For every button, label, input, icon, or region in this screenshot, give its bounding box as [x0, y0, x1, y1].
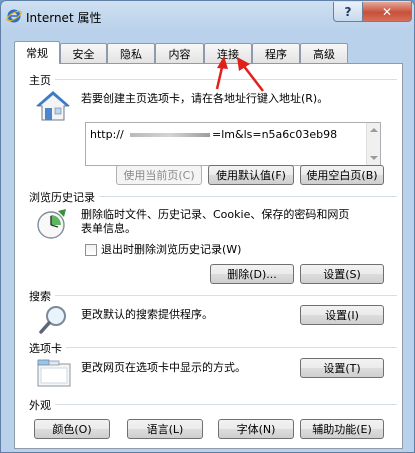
languages-button[interactable]: 语言(L) [127, 419, 203, 439]
tabs-section-title: 选项卡 [29, 340, 66, 356]
home-page-address-field[interactable]: http:// =lm&ls=n5a6c03eb98 [85, 122, 381, 166]
accessibility-button[interactable]: 辅助功能(E) [300, 419, 384, 439]
use-current-button[interactable]: 使用当前页(C) [116, 165, 202, 185]
scroll-down-icon[interactable] [370, 156, 378, 160]
address-scrollbar[interactable] [366, 123, 380, 165]
delete-on-exit-label[interactable]: 退出时删除浏览历史记录(W) [101, 243, 241, 257]
delete-history-button[interactable]: 删除(D)... [210, 264, 294, 284]
delete-on-exit-checkbox[interactable] [85, 244, 97, 256]
internet-options-window: Internet 属性 ? ✕ 常规 安全 隐私 内容 连接 程序 高级 主页 … [0, 0, 415, 453]
magnifier-icon [39, 306, 66, 334]
tabs-description: 更改网页在选项卡中显示的方式。 [81, 361, 246, 374]
tab-connections[interactable]: 连接 [204, 43, 252, 63]
search-section-title: 搜索 [29, 288, 55, 304]
internet-explorer-icon [6, 9, 22, 23]
appearance-section-title: 外观 [29, 397, 55, 413]
url-prefix: http:// [90, 128, 124, 141]
window-title: Internet 属性 [26, 11, 102, 25]
general-tab-panel: 主页 若要创建主页选项卡，请在各地址行键入地址(R)。 http:// =lm&… [14, 63, 403, 449]
tabs-settings-button[interactable]: 设置(T) [300, 358, 384, 378]
close-button[interactable]: ✕ [362, 2, 412, 22]
home-description: 若要创建主页选项卡，请在各地址行键入地址(R)。 [81, 92, 329, 105]
history-settings-button[interactable]: 设置(S) [300, 264, 384, 284]
section-divider [29, 295, 397, 296]
history-clock-icon [37, 209, 66, 239]
tab-label: 内容 [168, 47, 191, 61]
tabs-window-icon [37, 359, 71, 387]
history-description-line1: 删除临时文件、历史记录、Cookie、保存的密码和网页 [81, 208, 350, 221]
tab-label: 高级 [313, 47, 335, 61]
help-button[interactable]: ? [333, 2, 363, 22]
url-suffix: =lm&ls=n5a6c03eb98 [212, 128, 338, 141]
home-section-title: 主页 [29, 72, 55, 88]
colors-button[interactable]: 颜色(O) [34, 419, 110, 439]
history-description-line2: 表单信息。 [81, 222, 136, 235]
title-bar[interactable]: Internet 属性 ? ✕ [1, 1, 414, 31]
fonts-button[interactable]: 字体(N) [218, 419, 294, 439]
search-description: 更改默认的搜索提供程序。 [81, 308, 213, 321]
history-section-title: 浏览历史记录 [29, 189, 99, 205]
tab-label: 连接 [217, 47, 239, 61]
url-redacted-segment [130, 133, 210, 137]
tab-security[interactable]: 安全 [60, 43, 107, 63]
tab-label: 隐私 [120, 47, 142, 61]
tab-content[interactable]: 内容 [155, 43, 204, 63]
section-divider [29, 347, 397, 348]
tab-general[interactable]: 常规 [14, 41, 60, 64]
help-icon: ? [344, 4, 352, 19]
tab-label: 常规 [26, 47, 48, 60]
close-icon: ✕ [381, 4, 393, 19]
tab-privacy[interactable]: 隐私 [107, 43, 155, 63]
home-icon [36, 91, 70, 121]
tab-label: 程序 [265, 47, 287, 61]
search-settings-button[interactable]: 设置(I) [300, 305, 384, 325]
section-divider [29, 404, 397, 405]
use-default-button[interactable]: 使用默认值(F) [208, 165, 294, 185]
tab-label: 安全 [72, 47, 95, 61]
use-blank-button[interactable]: 使用空白页(B) [300, 165, 384, 185]
tab-programs[interactable]: 程序 [252, 43, 300, 63]
tab-advanced[interactable]: 高级 [300, 43, 348, 63]
section-divider [29, 79, 397, 80]
scroll-up-icon[interactable] [370, 128, 378, 132]
